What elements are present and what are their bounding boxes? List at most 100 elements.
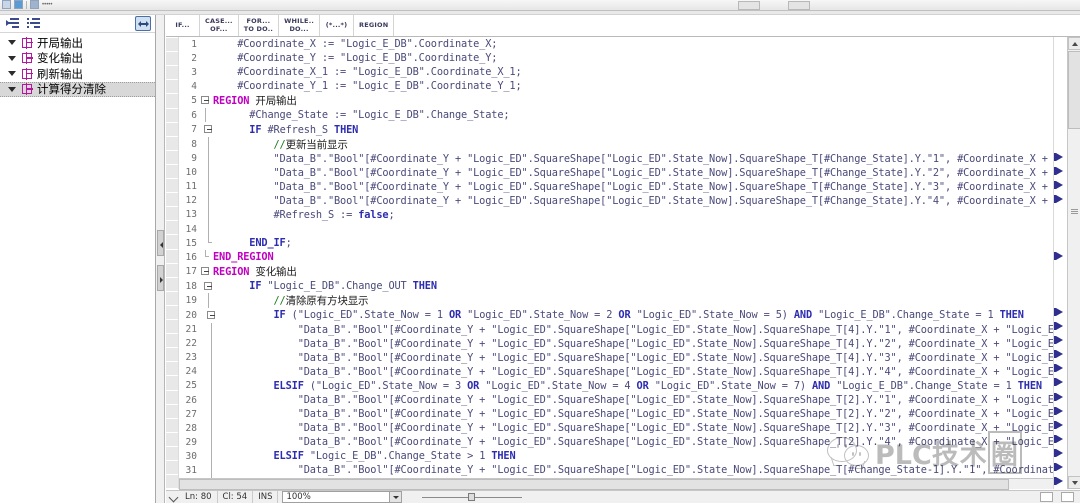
code-line-row[interactable]: 26 "Data_B"."Bool"[#Coordinate_Y + "Logi… — [179, 392, 1053, 408]
expand-all-icon[interactable] — [27, 18, 40, 29]
status-box-b[interactable] — [1061, 492, 1074, 502]
vertical-scrollbar[interactable] — [1067, 37, 1080, 489]
expand-triangle-icon[interactable] — [8, 55, 16, 61]
code-line-row[interactable]: 20 IF ("Logic_ED".State_Now = 1 OR "Logi… — [179, 308, 1053, 323]
code-line-row[interactable]: 30 ELSIF "Logic_E_DB".Change_State > 1 T… — [179, 449, 1053, 464]
keyword-button-2[interactable]: CASE... OF... — [200, 15, 239, 36]
fold-margin-cell[interactable] — [201, 193, 213, 208]
scroll-down-button[interactable] — [1068, 476, 1080, 489]
line-continuation-arrow[interactable] — [1054, 392, 1063, 401]
expand-triangle-icon[interactable] — [8, 86, 16, 92]
code-line-row[interactable]: 27 "Data_B"."Bool"[#Coordinate_Y + "Logi… — [179, 407, 1053, 422]
fold-margin-cell[interactable] — [201, 435, 213, 450]
tree-item-3[interactable]: 计算得分清除 — [0, 81, 155, 97]
panel-splitter[interactable] — [156, 15, 165, 503]
keyword-button-1[interactable]: IF... — [166, 15, 200, 36]
fold-margin-cell[interactable] — [201, 350, 213, 365]
line-continuation-arrow[interactable] — [1054, 152, 1063, 161]
keyword-button-6[interactable]: REGION — [354, 15, 395, 36]
fold-collapse-icon[interactable] — [204, 282, 212, 291]
code-line-row[interactable]: 16 END_REGION — [179, 250, 1053, 265]
code-line-row[interactable]: 19 //清除原有方块显示 — [179, 293, 1053, 309]
code-line-row[interactable]: 13 #Refresh_S := false; — [179, 207, 1053, 223]
splitter-handle-right[interactable] — [157, 265, 164, 291]
fold-margin-cell[interactable] — [201, 449, 213, 464]
fold-margin-cell[interactable] — [201, 250, 213, 265]
vertical-scroll-thumb[interactable] — [1068, 51, 1080, 129]
fold-margin-cell[interactable] — [201, 136, 213, 152]
code-line-row[interactable]: 8 //更新当前显示 — [179, 136, 1053, 152]
line-continuation-arrow[interactable] — [1054, 477, 1063, 486]
save-icon[interactable] — [14, 0, 23, 9]
splitter-handle-left[interactable] — [157, 230, 164, 256]
code-line-row[interactable]: 18 IF "Logic_E_DB".Change_OUT THEN — [179, 279, 1053, 294]
code-line-row[interactable]: 10 "Data_B"."Bool"[#Coordinate_Y + "Logi… — [179, 165, 1053, 180]
code-line-row[interactable]: 4 #Coordinate_Y_1 := "Logic_E_DB".Coordi… — [179, 79, 1053, 94]
fold-margin-cell[interactable] — [201, 236, 213, 251]
fold-margin-cell[interactable] — [201, 222, 213, 237]
code-line-row[interactable]: 3 #Coordinate_X_1 := "Logic_E_DB".Coordi… — [179, 65, 1053, 80]
line-continuation-arrow[interactable] — [1054, 322, 1063, 330]
fold-margin-cell[interactable] — [201, 65, 213, 80]
code-line-row[interactable]: 22 "Data_B"."Bool"[#Coordinate_Y + "Logi… — [179, 336, 1053, 351]
code-line-row[interactable]: 6 #Change_State := "Logic_E_DB".Change_S… — [179, 108, 1053, 123]
code-line-row[interactable]: 23 "Data_B"."Bool"[#Coordinate_Y + "Logi… — [179, 350, 1053, 365]
line-continuation-arrow[interactable] — [1054, 434, 1063, 443]
code-line-row[interactable]: 14 — [179, 222, 1053, 237]
expand-triangle-icon[interactable] — [8, 40, 16, 46]
fold-margin-cell[interactable] — [201, 336, 213, 351]
code-line-row[interactable]: 17 REGION 变化输出 — [179, 264, 1053, 280]
fold-margin-cell[interactable] — [201, 108, 213, 123]
fold-margin-cell[interactable] — [201, 378, 213, 393]
collapse-all-icon[interactable] — [6, 18, 19, 29]
code-scroll-area[interactable]: 1 #Coordinate_X := "Logic_E_DB".Coordina… — [179, 37, 1053, 489]
line-continuation-arrow[interactable] — [1054, 166, 1063, 175]
tree-item-0[interactable]: 开局输出 — [0, 35, 155, 51]
line-continuation-arrow[interactable] — [1054, 420, 1063, 429]
fold-margin-cell[interactable] — [201, 293, 213, 309]
scroll-up-button[interactable] — [1068, 37, 1080, 50]
tree-item-1[interactable]: 变化输出 — [0, 51, 155, 67]
code-line-row[interactable]: 21 "Data_B"."Bool"[#Coordinate_Y + "Logi… — [179, 322, 1053, 337]
horizontal-scroll-thumb[interactable] — [179, 479, 1009, 496]
line-continuation-arrow[interactable] — [1054, 378, 1063, 387]
fold-margin-cell[interactable] — [201, 79, 213, 94]
new-icon[interactable] — [2, 0, 11, 9]
expand-triangle-icon[interactable] — [8, 71, 16, 77]
chevron-down-icon[interactable] — [389, 492, 402, 502]
line-continuation-arrow[interactable] — [1054, 350, 1063, 359]
fold-margin-cell[interactable] — [201, 364, 213, 379]
fold-margin-cell[interactable] — [201, 322, 213, 337]
undo-icon[interactable] — [30, 0, 39, 9]
line-continuation-arrow[interactable] — [1054, 181, 1063, 189]
code-line-row[interactable]: 24 "Data_B"."Bool"[#Coordinate_Y + "Logi… — [179, 364, 1053, 379]
code-line-row[interactable]: 2 #Coordinate_Y := "Logic_E_DB".Coordina… — [179, 51, 1053, 66]
code-line-row[interactable]: 11 "Data_B"."Bool"[#Coordinate_Y + "Logi… — [179, 179, 1053, 194]
zoom-slider-knob[interactable] — [468, 493, 476, 501]
fold-margin-cell[interactable] — [201, 51, 213, 66]
line-continuation-arrow[interactable] — [1054, 251, 1063, 260]
code-line-row[interactable]: 5 REGION 开局输出 — [179, 93, 1053, 109]
fold-margin-cell[interactable] — [201, 463, 213, 478]
fold-margin-cell[interactable] — [201, 421, 213, 436]
status-box-a[interactable] — [1040, 492, 1053, 502]
code-line-row[interactable]: 29 "Data_B"."Bool"[#Coordinate_Y + "Logi… — [179, 435, 1053, 450]
fold-margin-cell[interactable] — [201, 264, 213, 280]
fold-margin-cell[interactable] — [201, 407, 213, 422]
code-line-row[interactable]: 28 "Data_B"."Bool"[#Coordinate_Y + "Logi… — [179, 421, 1053, 436]
zoom-combobox[interactable]: 100% — [282, 491, 403, 503]
fold-margin-cell[interactable] — [201, 37, 213, 52]
code-line-row[interactable]: 12 "Data_B"."Bool"[#Coordinate_Y + "Logi… — [179, 193, 1053, 208]
code-line-row[interactable]: 9 "Data_B"."Bool"[#Coordinate_Y + "Logic… — [179, 151, 1053, 166]
toolbar-button-b[interactable] — [788, 1, 810, 10]
line-continuation-arrow[interactable] — [1054, 448, 1063, 457]
fold-margin-cell[interactable] — [201, 165, 213, 180]
fold-collapse-icon[interactable] — [201, 96, 209, 105]
fold-margin-cell[interactable] — [201, 207, 213, 223]
fold-margin-cell[interactable] — [201, 279, 213, 294]
horizontal-split-icon[interactable] — [135, 16, 151, 31]
keyword-button-5[interactable]: (*...*) — [320, 15, 355, 36]
fold-collapse-icon[interactable] — [207, 311, 215, 320]
keyword-button-3[interactable]: FOR... TO DO.. — [239, 15, 280, 36]
code-line-row[interactable]: 15 END_IF; — [179, 236, 1053, 251]
